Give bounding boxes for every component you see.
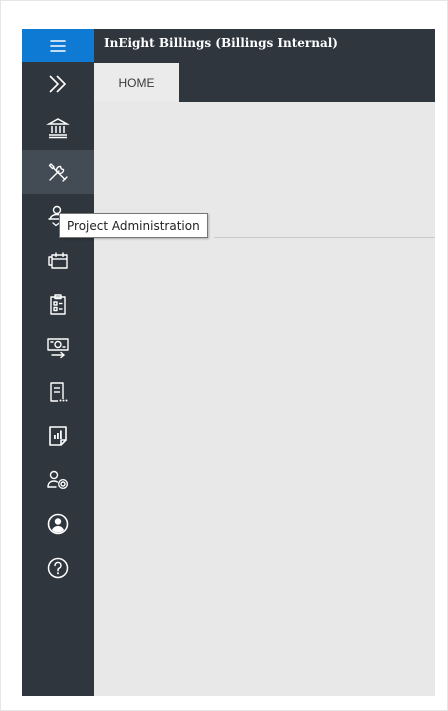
sidebar-item-documents[interactable] <box>22 370 94 414</box>
sidebar-item-help[interactable] <box>22 546 94 590</box>
sidebar-item-checklists[interactable] <box>22 282 94 326</box>
top-bar: InEight Billings (Billings Internal) HOM… <box>94 29 435 102</box>
sidebar-item-user-settings[interactable] <box>22 458 94 502</box>
user-settings-icon <box>47 470 69 490</box>
expand-sidebar-button[interactable] <box>22 62 94 106</box>
app-title: InEight Billings (Billings Internal) <box>104 36 338 50</box>
tooltip-project-administration: Project Administration <box>59 213 208 238</box>
hamburger-menu-icon <box>50 39 66 52</box>
hamburger-menu-button[interactable] <box>22 29 94 62</box>
sidebar-item-payments[interactable] <box>22 326 94 370</box>
document-ellipsis-icon <box>50 382 68 402</box>
report-chart-icon <box>49 426 67 446</box>
calendar-folder-icon <box>48 252 68 269</box>
help-icon <box>47 557 69 579</box>
sidebar-item-reports[interactable] <box>22 414 94 458</box>
double-chevron-right-icon <box>49 75 67 93</box>
user-profile-icon <box>47 513 69 535</box>
main-content <box>94 102 435 696</box>
app-window: InEight Billings (Billings Internal) HOM… <box>22 29 435 696</box>
tools-icon <box>48 163 68 182</box>
clipboard-checklist-icon <box>50 294 66 315</box>
sidebar-item-billing-home[interactable] <box>22 106 94 150</box>
window-frame: InEight Billings (Billings Internal) HOM… <box>0 0 448 711</box>
sidebar-item-profile[interactable] <box>22 502 94 546</box>
content-divider <box>214 237 435 238</box>
sidebar <box>22 29 94 696</box>
sidebar-item-project-administration[interactable] <box>22 150 94 194</box>
money-transfer-icon <box>47 338 69 359</box>
sidebar-item-schedules[interactable] <box>22 238 94 282</box>
tab-home[interactable]: HOME <box>94 63 179 102</box>
bank-icon <box>46 118 70 139</box>
